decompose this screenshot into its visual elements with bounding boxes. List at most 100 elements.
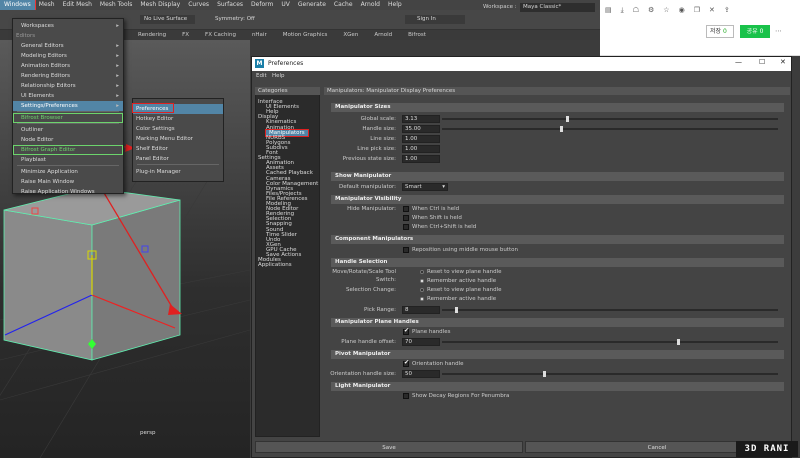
sel-remember-radio[interactable]: [420, 297, 424, 301]
shield-icon[interactable]: ☖: [633, 6, 639, 16]
windows-menu-item-playblast[interactable]: Playblast: [13, 155, 123, 165]
windows-menu-item-rendering-editors[interactable]: Rendering Editors ▸: [13, 71, 123, 81]
shelf-tab-bifrost[interactable]: Bifrost: [400, 30, 434, 40]
section-manipulator-visibility[interactable]: Manipulator Visibility: [331, 195, 784, 204]
maya-menu-help[interactable]: Help: [384, 0, 406, 10]
maya-menu-edit-mesh[interactable]: Edit Mesh: [59, 0, 96, 10]
windows-menu-item-workspaces[interactable]: Workspaces ▸: [13, 21, 123, 31]
shelf-tab-fx[interactable]: FX: [174, 30, 197, 40]
sign-in-button[interactable]: Sign In: [405, 15, 465, 24]
windows-menu-item-minimize-application[interactable]: Minimize Application: [13, 167, 123, 177]
plane-offset-field[interactable]: 70: [402, 338, 440, 346]
menu-edit[interactable]: Edit: [256, 73, 267, 79]
settings-menu-item-panel-editor[interactable]: Panel Editor: [133, 154, 223, 164]
mrs-remember-radio[interactable]: [420, 279, 424, 283]
camera-icon[interactable]: ◉: [679, 6, 685, 16]
decay-regions-checkbox[interactable]: [403, 393, 409, 399]
maya-menu-arnold[interactable]: Arnold: [357, 0, 384, 10]
settings-menu-item-shelf-editor[interactable]: Shelf Editor: [133, 144, 223, 154]
settings-menu-item-plug-in-manager[interactable]: Plug-in Manager: [133, 167, 223, 177]
category-applications[interactable]: Applications: [258, 262, 292, 268]
windows-menu-item-animation-editors[interactable]: Animation Editors ▸: [13, 61, 123, 71]
section-manipulator-sizes[interactable]: Manipulator Sizes: [331, 103, 784, 112]
maya-menu-surfaces[interactable]: Surfaces: [213, 0, 247, 10]
shelf-tab-nhair[interactable]: nHair: [244, 30, 275, 40]
workspace-dropdown[interactable]: Maya Classic*: [520, 3, 595, 12]
when-ctrl-shift-checkbox[interactable]: [403, 224, 409, 230]
symmetry-dropdown[interactable]: Symmetry: Off: [215, 15, 270, 24]
section-handle-selection[interactable]: Handle Selection: [331, 258, 784, 267]
save-button[interactable]: Save: [255, 441, 523, 453]
line-size-field[interactable]: 1.00: [402, 135, 440, 143]
pick-range-field[interactable]: 8: [402, 306, 440, 314]
reposition-checkbox[interactable]: [403, 247, 409, 253]
windows-menu-item-raise-main-window[interactable]: Raise Main Window: [13, 177, 123, 187]
orientation-size-field[interactable]: 50: [402, 370, 440, 378]
previous-state-field[interactable]: 1.00: [402, 155, 440, 163]
windows-menu-item-node-editor[interactable]: Node Editor: [13, 135, 123, 145]
plane-offset-slider[interactable]: [442, 339, 778, 345]
copy-icon[interactable]: ❐: [694, 6, 700, 16]
section-pivot-manipulator[interactable]: Pivot Manipulator: [331, 350, 784, 359]
settings-menu-item-color-settings[interactable]: Color Settings: [133, 124, 223, 134]
handle-size-knob[interactable]: [559, 126, 563, 132]
windows-menu-item-general-editors[interactable]: General Editors ▸: [13, 41, 123, 51]
shelf-tab-fx-caching[interactable]: FX Caching: [197, 30, 244, 40]
menu-help[interactable]: Help: [272, 73, 285, 79]
close-icon[interactable]: ✕: [709, 6, 715, 16]
global-scale-slider[interactable]: [442, 116, 778, 122]
windows-menu-item-modeling-editors[interactable]: Modeling Editors ▸: [13, 51, 123, 61]
when-shift-checkbox[interactable]: [403, 215, 409, 221]
download-icon[interactable]: ⤓: [621, 6, 624, 16]
live-surface-field[interactable]: No Live Surface: [140, 15, 195, 24]
settings-menu-item-hotkey-editor[interactable]: Hotkey Editor: [133, 114, 223, 124]
bookmark-icon[interactable]: ☆: [663, 6, 669, 16]
shelf-tab-xgen[interactable]: XGen: [335, 30, 366, 40]
global-scale-field[interactable]: 3.13: [402, 115, 440, 123]
mrs-reset-radio[interactable]: [420, 270, 424, 274]
orientation-handle-checkbox[interactable]: [403, 359, 409, 367]
handle-size-field[interactable]: 35.00: [402, 125, 440, 133]
maya-menu-mesh[interactable]: Mesh: [35, 0, 59, 10]
maya-menu-cache[interactable]: Cache: [330, 0, 357, 10]
maya-menu-uv[interactable]: UV: [277, 0, 294, 10]
share-icon[interactable]: ⇪: [724, 6, 730, 16]
shelf-tab-motion-graphics[interactable]: Motion Graphics: [275, 30, 336, 40]
pick-range-knob[interactable]: [455, 307, 459, 313]
save-button[interactable]: 저장 0: [706, 25, 734, 38]
share-button[interactable]: 공유 0: [740, 25, 770, 38]
line-pick-field[interactable]: 1.00: [402, 145, 440, 153]
settings-menu-item-marking-menu-editor[interactable]: Marking Menu Editor: [133, 134, 223, 144]
maya-menu-mesh-tools[interactable]: Mesh Tools: [96, 0, 136, 10]
close-icon[interactable]: ✕: [780, 58, 786, 66]
sel-reset-radio[interactable]: [420, 288, 424, 292]
windows-menu-item-ui-elements[interactable]: UI Elements ▸: [13, 91, 123, 101]
maya-menu-curves[interactable]: Curves: [184, 0, 213, 10]
section-plane-handles[interactable]: Manipulator Plane Handles: [331, 318, 784, 327]
maya-menu-deform[interactable]: Deform: [247, 0, 277, 10]
handle-size-slider[interactable]: [442, 126, 778, 132]
section-show-manipulator[interactable]: Show Manipulator: [331, 172, 784, 181]
global-scale-knob[interactable]: [566, 116, 570, 122]
windows-menu-item-relationship-editors[interactable]: Relationship Editors ▸: [13, 81, 123, 91]
orientation-size-slider[interactable]: [442, 371, 778, 377]
maximize-icon[interactable]: ☐: [759, 58, 765, 66]
tab-icon[interactable]: ▤: [605, 6, 612, 16]
windows-menu-item-raise-application-windows[interactable]: Raise Application Windows: [13, 187, 123, 197]
shelf-tab-arnold[interactable]: Arnold: [366, 30, 400, 40]
section-light-manipulator[interactable]: Light Manipulator: [331, 382, 784, 391]
minimize-icon[interactable]: —: [735, 58, 742, 66]
maya-menu-windows[interactable]: Windows: [0, 0, 36, 11]
windows-menu-item-outliner[interactable]: Outliner: [13, 125, 123, 135]
default-manipulator-dropdown[interactable]: Smart ▾: [402, 183, 448, 191]
maya-menu-mesh-display[interactable]: Mesh Display: [136, 0, 184, 10]
more-icon[interactable]: ⋯: [775, 27, 782, 35]
plane-handles-checkbox[interactable]: [403, 327, 409, 335]
windows-menu-item-bifrost-browser[interactable]: Bifrost Browser: [13, 113, 123, 123]
maya-menu-generate[interactable]: Generate: [294, 0, 330, 10]
windows-menu-item-settings-preferences[interactable]: Settings/Preferences ▸: [13, 101, 123, 111]
settings-icon[interactable]: ⚙: [648, 6, 654, 16]
orientation-size-knob[interactable]: [542, 371, 546, 377]
when-ctrl-checkbox[interactable]: [403, 206, 409, 212]
section-component-manipulators[interactable]: Component Manipulators: [331, 235, 784, 244]
